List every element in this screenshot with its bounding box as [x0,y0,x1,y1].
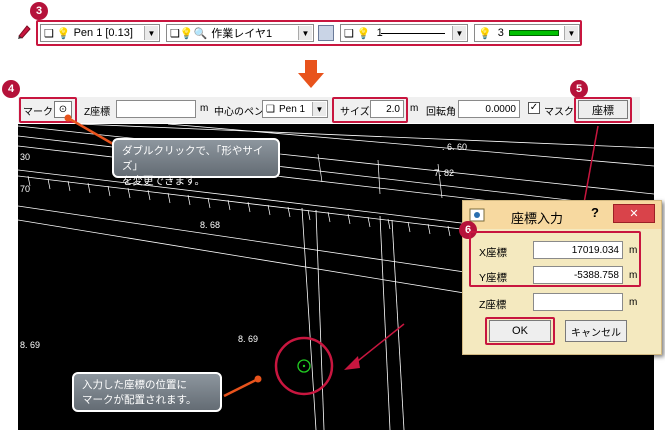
y-coord-label: Y座標 [479,272,508,284]
mask-checkbox[interactable]: ✓ [528,102,540,114]
coord-input-dialog: 座標入力 ? ✕ 6 X座標 17019.034 m Y座標 -5388.758… [459,200,662,355]
size-unit: m [410,103,419,114]
z-coord-label: Z座標 [479,299,507,311]
app-icon [469,207,485,223]
layer-settings-icon[interactable] [318,25,334,41]
elevation-label: 8. 69 [238,334,259,344]
center-pen-value: Pen 1 [278,103,306,115]
pen-tool-icon[interactable] [16,22,34,40]
tooltip-callout: ダブルクリックで、「形やサイズ」 を変更できます。 [112,138,280,187]
line-color-value: 3 [497,27,504,39]
elevation-label: . 6. 60 [442,142,468,152]
mask-label: マスク [544,107,574,118]
step-badge-5: 5 [570,80,588,98]
chevron-down-icon[interactable]: ▼ [298,26,312,40]
close-icon: ✕ [629,207,639,220]
down-arrow-icon [298,60,324,91]
chevron-down-icon[interactable]: ▼ [312,102,326,116]
unit-label: m [629,270,638,281]
bulb-icon: 💡 [478,27,492,40]
unit-label: m [629,297,638,308]
mark-label: マーク [23,107,53,118]
close-button[interactable]: ✕ [613,204,655,223]
cancel-button[interactable]: キャンセル [565,320,627,342]
callout-line: 入力した座標の位置に [82,379,187,391]
size-label: サイズ [340,107,370,118]
square-icon: ❑ [266,103,275,115]
step-badge-3: 3 [30,2,48,20]
ok-button[interactable]: OK [489,320,551,342]
elevation-label: 70 [20,184,31,194]
elevation-label: 8. 69 [20,340,41,350]
callout-connector [223,375,262,398]
help-icon: ? [591,205,599,220]
square-icon: ❑ [170,27,180,40]
unit-label: m [629,245,638,256]
layer-select[interactable]: ❑ 💡 🔍 作業レイヤ1 ▼ [166,24,314,42]
tooltip-callout: 入力した座標の位置に マークが配置されます。 [72,372,222,412]
x-coord-label: X座標 [479,247,508,259]
square-icon: ❑ [344,27,354,40]
line-sample [381,33,445,34]
check-icon: ✓ [529,102,539,113]
center-pen-label: 中心のペン [214,107,264,118]
step-badge-4: 4 [2,80,20,98]
dialog-title: 座標入力 [511,211,564,226]
pen-select-value: Pen 1 [0.13] [73,27,133,39]
color-sample [509,30,559,36]
callout-line: ダブルクリックで、「形やサイズ」 [122,145,264,172]
pen-select[interactable]: ❑ 💡 Pen 1 [0.13] ▼ [40,24,160,42]
layer-select-value: 作業レイヤ1 [211,28,273,40]
center-pen-select[interactable]: ❑ Pen 1 ▼ [262,100,328,118]
square-icon: ❑ [44,27,54,40]
elevation-label: 7. 82 [434,168,455,178]
callout-line: マークが配置されます。 [82,394,197,406]
bulb-icon: 💡 [179,27,194,40]
elevation-label: 8. 68 [200,220,221,230]
coord-button[interactable]: 座標 [578,100,628,119]
y-coord-input[interactable]: -5388.758 [533,266,623,284]
callout-line: を変更できます。 [122,175,205,187]
x-coord-input[interactable]: 17019.034 [533,241,623,259]
help-button[interactable]: ? [585,205,605,223]
bulb-icon: 💡 [56,27,71,40]
bulb-icon: 💡 [356,27,371,40]
search-icon: 🔍 [193,27,208,40]
line-color-select[interactable]: 💡 3 ▼ [474,24,580,42]
chevron-down-icon[interactable]: ▼ [144,26,158,40]
z-coord-input[interactable] [533,293,623,311]
chevron-down-icon[interactable]: ▼ [452,26,466,40]
size-input[interactable]: 2.0 [370,100,404,118]
chevron-down-icon[interactable]: ▼ [564,26,578,40]
elevation-label: 30 [20,152,31,162]
rotation-input[interactable]: 0.0000 [458,100,520,118]
line-type-select[interactable]: ❑ 💡 1 ▼ [340,24,468,42]
rotation-label: 回転角 [426,107,456,118]
